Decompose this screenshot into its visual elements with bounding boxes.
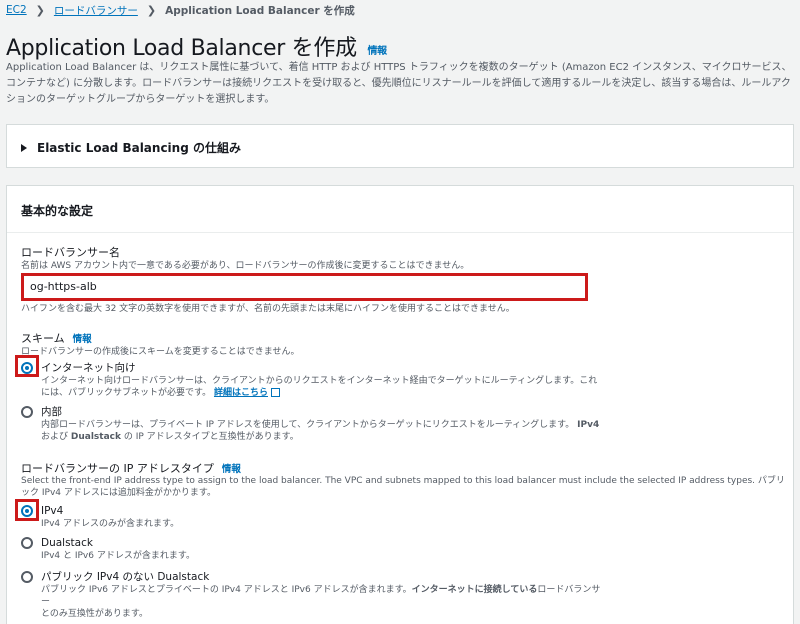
dualstack-text: Dualstack — [70, 432, 121, 442]
page-info-link[interactable]: 情報 — [367, 46, 387, 57]
breadcrumb-load-balancers-link[interactable]: ロードバランサー — [54, 3, 138, 18]
page-description: Application Load Balancer は、リクエスト属性に基づいて… — [6, 62, 792, 105]
internet-facing-text: インターネットに接続している — [411, 585, 538, 595]
option-desc-text: パブリック IPv6 アドレスとプライベートの IPv4 アドレスと IPv6 … — [41, 585, 412, 595]
ip-ipv4-option[interactable]: IPv4 IPv4 アドレスのみが含まれます。 — [21, 504, 179, 530]
option-title: パブリック IPv4 のない Dualstack — [41, 571, 210, 583]
caret-right-icon — [21, 143, 27, 152]
external-link-icon — [271, 388, 280, 397]
lb-name-input[interactable]: og-https-alb — [21, 273, 588, 301]
expander-label: Elastic Load Balancing の仕組み — [37, 141, 241, 155]
learn-more-link[interactable]: 詳細はこちら — [214, 388, 268, 398]
option-title: インターネット向け — [41, 362, 136, 374]
option-desc: 内部ロードバランサーは、プライベート IP アドレスを使用して、クライアントから… — [41, 419, 601, 443]
ip-type-desc: Select the front-end IP address type to … — [21, 476, 785, 498]
option-text: インターネット向け インターネット向けロードバランサーは、クライアントからのリク… — [41, 361, 601, 399]
breadcrumb-current: Application Load Balancer を作成 — [165, 4, 355, 17]
dualstack-radio[interactable] — [21, 537, 33, 549]
option-desc: IPv4 アドレスのみが含まれます。 — [41, 519, 180, 529]
ip-dualstack-option[interactable]: Dualstack IPv4 と IPv6 アドレスが含まれます。 — [21, 536, 195, 562]
scheme-label-text: スキーム — [21, 332, 65, 345]
option-desc: パブリック IPv6 アドレスとプライベートの IPv4 アドレスと IPv6 … — [41, 584, 601, 620]
option-desc-text: インターネット向けロードバランサーは、クライアントからのリクエストをインターネッ… — [41, 376, 598, 398]
option-text: IPv4 IPv4 アドレスのみが含まれます。 — [41, 504, 179, 530]
option-title: IPv4 — [41, 505, 64, 517]
expander-header[interactable]: Elastic Load Balancing の仕組み — [21, 139, 241, 156]
lb-name-hint: ハイフンを含む最大 32 文字の英数字を使用できますが、名前の先頭または末尾にハ… — [21, 304, 515, 314]
how-it-works-expander[interactable]: Elastic Load Balancing の仕組み — [6, 124, 794, 168]
basic-config-panel: 基本的な設定 ロードバランサー名 名前は AWS アカウント内で一意である必要が… — [6, 185, 794, 624]
option-desc-text: 内部ロードバランサーは、プライベート IP アドレスを使用して、クライアントから… — [41, 420, 575, 430]
scheme-internet-facing-option[interactable]: インターネット向け インターネット向けロードバランサーは、クライアントからのリク… — [21, 361, 601, 399]
breadcrumb: EC2 ❯ ロードバランサー ❯ Application Load Balanc… — [6, 2, 355, 18]
option-desc-text: の IP アドレスタイプと互換性があります。 — [123, 432, 299, 442]
scheme-info-link[interactable]: 情報 — [73, 334, 92, 345]
lb-name-label: ロードバランサー名 — [21, 246, 120, 259]
option-text: パブリック IPv4 のない Dualstack パブリック IPv6 アドレス… — [41, 570, 601, 620]
ip-type-info-link[interactable]: 情報 — [222, 464, 241, 475]
panel-header: 基本的な設定 — [7, 186, 793, 233]
option-desc-text: とのみ互換性があります。 — [41, 609, 149, 619]
option-title: 内部 — [41, 406, 62, 418]
option-desc: IPv4 と IPv6 アドレスが含まれます。 — [41, 551, 195, 561]
internal-radio[interactable] — [21, 406, 33, 418]
page-title-text: Application Load Balancer を作成 — [6, 36, 357, 61]
page-title: Application Load Balancer を作成 情報 — [6, 30, 387, 62]
ip-type-label: ロードバランサーの IP アドレスタイプ 情報 — [21, 460, 241, 476]
chevron-right-icon: ❯ — [146, 3, 157, 17]
dualstack-no-ipv4-radio[interactable] — [21, 571, 33, 583]
option-desc-text: および — [41, 432, 69, 442]
internet-facing-radio[interactable] — [21, 362, 33, 374]
option-text: Dualstack IPv4 と IPv6 アドレスが含まれます。 — [41, 536, 195, 562]
breadcrumb-ec2-link[interactable]: EC2 — [6, 4, 27, 16]
ip-dualstack-no-public-ipv4-option[interactable]: パブリック IPv4 のない Dualstack パブリック IPv6 アドレス… — [21, 570, 601, 620]
option-title: Dualstack — [41, 537, 93, 549]
scheme-internal-option[interactable]: 内部 内部ロードバランサーは、プライベート IP アドレスを使用して、クライアン… — [21, 405, 601, 443]
option-desc: インターネット向けロードバランサーは、クライアントからのリクエストをインターネッ… — [41, 375, 601, 399]
scheme-label: スキーム 情報 — [21, 330, 92, 346]
chevron-right-icon: ❯ — [35, 3, 45, 17]
ipv4-radio[interactable] — [21, 505, 33, 517]
lb-name-desc: 名前は AWS アカウント内で一意である必要があり、ロードバランサーの作成後に変… — [21, 261, 470, 271]
scheme-desc: ロードバランサーの作成後にスキームを変更することはできません。 — [21, 347, 300, 357]
ipv4-text: IPv4 — [577, 420, 600, 430]
option-text: 内部 内部ロードバランサーは、プライベート IP アドレスを使用して、クライアン… — [41, 405, 601, 443]
ip-type-label-text: ロードバランサーの IP アドレスタイプ — [21, 462, 214, 475]
